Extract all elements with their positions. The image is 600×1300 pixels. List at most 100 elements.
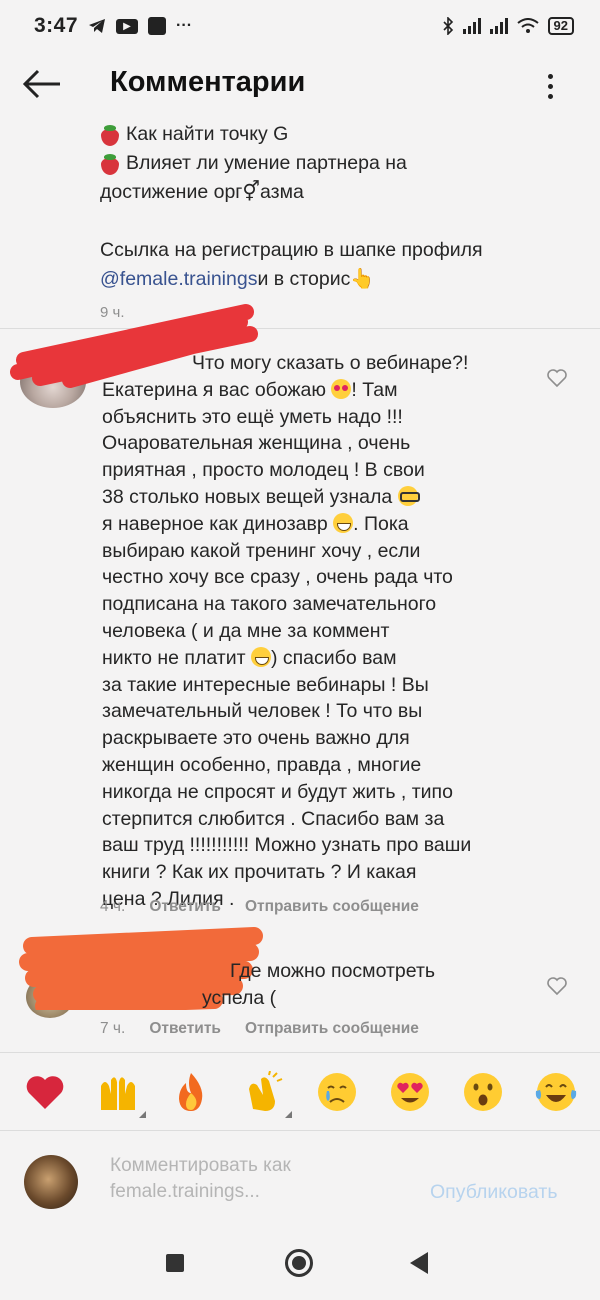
comment-text-part: объяснить это ещё уметь надо !!! (102, 405, 403, 428)
divider (0, 328, 600, 329)
comment-text-part: Что могу сказать о вебинаре?! (192, 352, 469, 374)
comment-line: приятная , просто молодец ! В свои (102, 457, 532, 484)
post-caption: Как найти точку G Влияет ли умение партн… (100, 120, 570, 327)
comment-line: никогда не спросят и будут жить , типо (102, 779, 532, 806)
caption-text: Как найти точку G (126, 123, 289, 145)
grinning-emoji-icon (250, 646, 271, 667)
strawberry-icon (100, 124, 120, 146)
heart-eyes-reaction-icon[interactable] (388, 1070, 432, 1114)
comment-line: 38 столько новых вещей узнала (102, 484, 532, 511)
comment-text-part: выбираю какой тренинг хочу , если (102, 539, 421, 562)
caption-line: @female.trainings и в сторис👆 (100, 265, 570, 294)
telegram-icon (88, 18, 106, 34)
comment-text-part: замечательный человек ! То что вы (102, 700, 423, 723)
home-icon[interactable] (285, 1249, 313, 1277)
comment-text-part: женщин особенно, правда , многие (102, 753, 422, 776)
comment-text-part: ваш труд !!!!!!!!!!! Можно узнать про ва… (102, 834, 472, 857)
comment-text-part: 38 столько новых вещей узнала (102, 485, 393, 508)
like-heart-icon[interactable] (546, 368, 568, 388)
comment-text-part: стерпится слюбится . Спасибо вам за (102, 807, 445, 830)
clapping-hands-reaction-icon[interactable] (242, 1070, 292, 1118)
avatar[interactable] (26, 976, 74, 1018)
comment-text-part: подписана на такого замечательного (102, 593, 437, 616)
user-avatar (24, 1155, 78, 1209)
comment-line: человека ( и да мне за коммент (102, 618, 532, 645)
crying-face-reaction-icon[interactable] (315, 1070, 359, 1114)
comment-input[interactable]: Комментировать как female.trainings... (110, 1153, 420, 1209)
comment-line: Очаровательная женщина , очень (102, 430, 532, 457)
caption-text: Ссылка на регистрацию в шапке профиля (100, 239, 483, 261)
nav-back-icon[interactable] (410, 1252, 428, 1274)
notification-icon (148, 17, 167, 35)
comment-line: женщин особенно, правда , многие (102, 752, 532, 779)
send-message-button[interactable]: Отправить сообщение (245, 1020, 419, 1038)
comment-text-part: Где можно посмотреть (230, 960, 436, 982)
raised-hands-reaction-icon[interactable] (96, 1070, 146, 1118)
fire-reaction-icon[interactable] (169, 1070, 213, 1114)
caption-timestamp: 9 ч. (100, 304, 125, 321)
comment-text-part: . Пока (353, 512, 409, 535)
more-options-icon[interactable] (536, 66, 564, 106)
comment-text-part: никогда не спросят и будут жить , типо (102, 780, 453, 803)
comment-line: ваш труд !!!!!!!!!!! Можно узнать про ва… (102, 832, 532, 859)
comment-text-part: человека ( и да мне за коммент (102, 619, 390, 642)
nerd-face-emoji-icon (397, 485, 420, 506)
caption-line: Влияет ли умение партнера на (100, 149, 570, 178)
status-left: 3:47 ▶ ··· (34, 14, 192, 38)
comment-line: Екатерина я вас обожаю ! Там (102, 377, 532, 404)
comment-meta: 4 ч. Ответить Отправить сообщение (100, 898, 419, 916)
avatar[interactable] (20, 356, 86, 408)
expand-indicator-icon (284, 1110, 292, 1118)
like-heart-icon[interactable] (546, 976, 568, 996)
reply-button[interactable]: Ответить (149, 1020, 221, 1038)
comment-text-part: за такие интересные вебинары ! Вы (102, 673, 429, 696)
comment-line: книги ? Как их прочитать ? И какая (102, 859, 532, 886)
reply-button[interactable]: Ответить (149, 898, 221, 916)
comment-text-part: Очаровательная женщина , очень (102, 432, 411, 455)
comment-timestamp: 4 ч. (100, 898, 126, 915)
status-right: 92 (442, 17, 574, 35)
battery-icon: 92 (547, 17, 574, 35)
comment-line: честно хочу все сразу , очень рада что (102, 564, 532, 591)
comment-line: подписана на такого замечательного (102, 591, 532, 618)
profile-mention-link[interactable]: @female.trainings (100, 265, 257, 294)
page-title: Комментарии (110, 66, 306, 98)
comment-line: замечательный человек ! То что вы (102, 698, 532, 725)
comment-text-part: честно хочу все сразу , очень рада что (102, 566, 453, 589)
status-time: 3:47 (34, 14, 79, 37)
comment-text-part: ) спасибо вам (270, 646, 397, 669)
comment-text-part: приятная , просто молодец ! В свои (102, 459, 425, 482)
back-arrow-icon[interactable] (22, 66, 62, 102)
recent-apps-icon[interactable] (166, 1254, 184, 1272)
comment-line: я наверное как динозавр . Пока (102, 511, 532, 538)
expand-indicator-icon (138, 1110, 146, 1118)
signal-icon (489, 18, 508, 34)
comment-text: Где можно посмотреть успела ( (102, 958, 532, 1012)
grinning-emoji-icon (333, 512, 354, 533)
comment-line: объяснить это ещё уметь надо !!! (102, 404, 532, 431)
comment-line: успела ( (102, 985, 532, 1012)
send-message-button[interactable]: Отправить сообщение (245, 898, 419, 916)
caption-line: достижение орг⚥азма (100, 178, 570, 207)
comment-text: Что могу сказать о вебинаре?! Екатерина … (102, 350, 532, 913)
bluetooth-icon (442, 17, 454, 35)
comment-text-part: Екатерина я вас обожаю (102, 378, 326, 401)
comment-meta: 7 ч. Ответить Отправить сообщение (100, 1020, 419, 1038)
surprised-face-reaction-icon[interactable] (461, 1070, 505, 1114)
comment-line: Где можно посмотреть (102, 958, 532, 985)
caption-line: Как найти точку G (100, 120, 570, 149)
quick-reactions-bar (0, 1052, 600, 1130)
comment-text-part: никто не платит (102, 646, 246, 669)
heart-reaction-icon[interactable] (23, 1070, 67, 1114)
signal-icon (462, 18, 481, 34)
tears-of-joy-reaction-icon[interactable] (534, 1070, 578, 1114)
comment-text-part: ! Там (351, 378, 398, 401)
comment-line: раскрываете это очень важно для (102, 725, 532, 752)
more-notifications-icon: ··· (176, 17, 193, 34)
comment-timestamp: 7 ч. (100, 1020, 126, 1037)
publish-button[interactable]: Опубликовать (430, 1181, 558, 1204)
caption-text: и в сторис👆 (257, 268, 375, 290)
caption-text: достижение орг⚥азма (100, 181, 304, 203)
comment-line: за такие интересные вебинары ! Вы (102, 672, 532, 699)
